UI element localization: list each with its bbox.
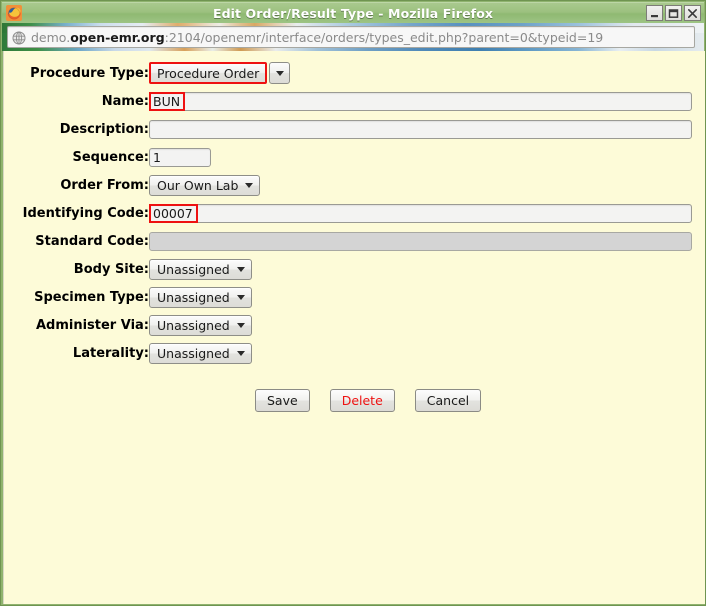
form-row-order-from: Order From: Our Own Lab — [4, 171, 705, 199]
browser-window: Edit Order/Result Type - Mozilla Firefox — [0, 0, 706, 606]
specimen-type-select[interactable]: Unassigned — [149, 287, 252, 308]
chevron-down-icon — [237, 295, 245, 300]
form-row-body-site: Body Site: Unassigned — [4, 255, 705, 283]
close-button[interactable] — [684, 5, 701, 21]
title-bar[interactable]: Edit Order/Result Type - Mozilla Firefox — [2, 2, 704, 23]
laterality-select[interactable]: Unassigned — [149, 343, 252, 364]
form-row-procedure-type: Procedure Type: Procedure Order — [4, 59, 705, 87]
chevron-down-icon — [245, 183, 253, 188]
laterality-select-value: Unassigned — [157, 346, 230, 361]
form-actions: Save Delete Cancel — [4, 389, 705, 412]
form-row-laterality: Laterality: Unassigned — [4, 339, 705, 367]
order-from-select[interactable]: Our Own Lab — [149, 175, 260, 196]
cancel-button[interactable]: Cancel — [415, 389, 481, 412]
label-body-site: Body Site: — [4, 255, 149, 283]
order-from-select-value: Our Own Lab — [157, 178, 238, 193]
label-administer-via: Administer Via: — [4, 311, 149, 339]
address-bar[interactable]: demo.open-emr.org:2104/openemr/interface… — [7, 26, 695, 48]
label-sequence: Sequence: — [4, 143, 149, 171]
order-type-form: Procedure Type: Procedure Order Name: BU… — [4, 59, 705, 367]
form-row-name: Name: BUN — [4, 87, 705, 115]
chevron-down-icon — [237, 267, 245, 272]
label-specimen-type: Specimen Type: — [4, 283, 149, 311]
standard-code-input — [149, 232, 692, 251]
body-site-select[interactable]: Unassigned — [149, 259, 252, 280]
address-bar-text: demo.open-emr.org:2104/openemr/interface… — [31, 30, 603, 45]
window-controls — [646, 5, 701, 21]
name-input-value: BUN — [149, 92, 185, 111]
label-laterality: Laterality: — [4, 339, 149, 367]
description-input[interactable] — [149, 120, 692, 139]
url-prefix: demo. — [31, 30, 70, 45]
chevron-down-icon — [237, 323, 245, 328]
form-row-description: Description: — [4, 115, 705, 143]
name-input[interactable]: BUN — [149, 92, 692, 111]
label-description: Description: — [4, 115, 149, 143]
globe-icon — [12, 30, 26, 44]
firefox-icon — [6, 5, 22, 21]
sequence-input[interactable]: 1 — [149, 148, 211, 167]
url-host: open-emr.org — [70, 30, 164, 45]
page-content: Procedure Type: Procedure Order Name: BU… — [3, 51, 705, 604]
administer-via-select[interactable]: Unassigned — [149, 315, 252, 336]
specimen-type-select-value: Unassigned — [157, 290, 230, 305]
procedure-type-select-value: Procedure Order — [149, 62, 267, 84]
procedure-type-select[interactable]: Procedure Order — [149, 62, 290, 84]
form-row-administer-via: Administer Via: Unassigned — [4, 311, 705, 339]
label-procedure-type: Procedure Type: — [4, 59, 149, 87]
window-title: Edit Order/Result Type - Mozilla Firefox — [2, 6, 704, 21]
label-identifying-code: Identifying Code: — [4, 199, 149, 227]
navigation-toolbar: demo.open-emr.org:2104/openemr/interface… — [2, 23, 704, 51]
form-row-identifying-code: Identifying Code: 00007 — [4, 199, 705, 227]
save-button[interactable]: Save — [255, 389, 310, 412]
form-row-standard-code: Standard Code: — [4, 227, 705, 255]
identifying-code-input[interactable]: 00007 — [149, 204, 692, 223]
delete-button[interactable]: Delete — [330, 389, 395, 412]
chevron-down-icon — [237, 351, 245, 356]
label-name: Name: — [4, 87, 149, 115]
form-row-sequence: Sequence: 1 — [4, 143, 705, 171]
sequence-input-value: 1 — [153, 150, 161, 165]
body-site-select-value: Unassigned — [157, 262, 230, 277]
minimize-button[interactable] — [646, 5, 663, 21]
form-row-specimen-type: Specimen Type: Unassigned — [4, 283, 705, 311]
administer-via-select-value: Unassigned — [157, 318, 230, 333]
chevron-down-icon[interactable] — [269, 62, 290, 84]
label-order-from: Order From: — [4, 171, 149, 199]
maximize-button[interactable] — [665, 5, 682, 21]
url-suffix: :2104/openemr/interface/orders/types_edi… — [165, 30, 604, 45]
identifying-code-input-value: 00007 — [149, 204, 198, 223]
label-standard-code: Standard Code: — [4, 227, 149, 255]
